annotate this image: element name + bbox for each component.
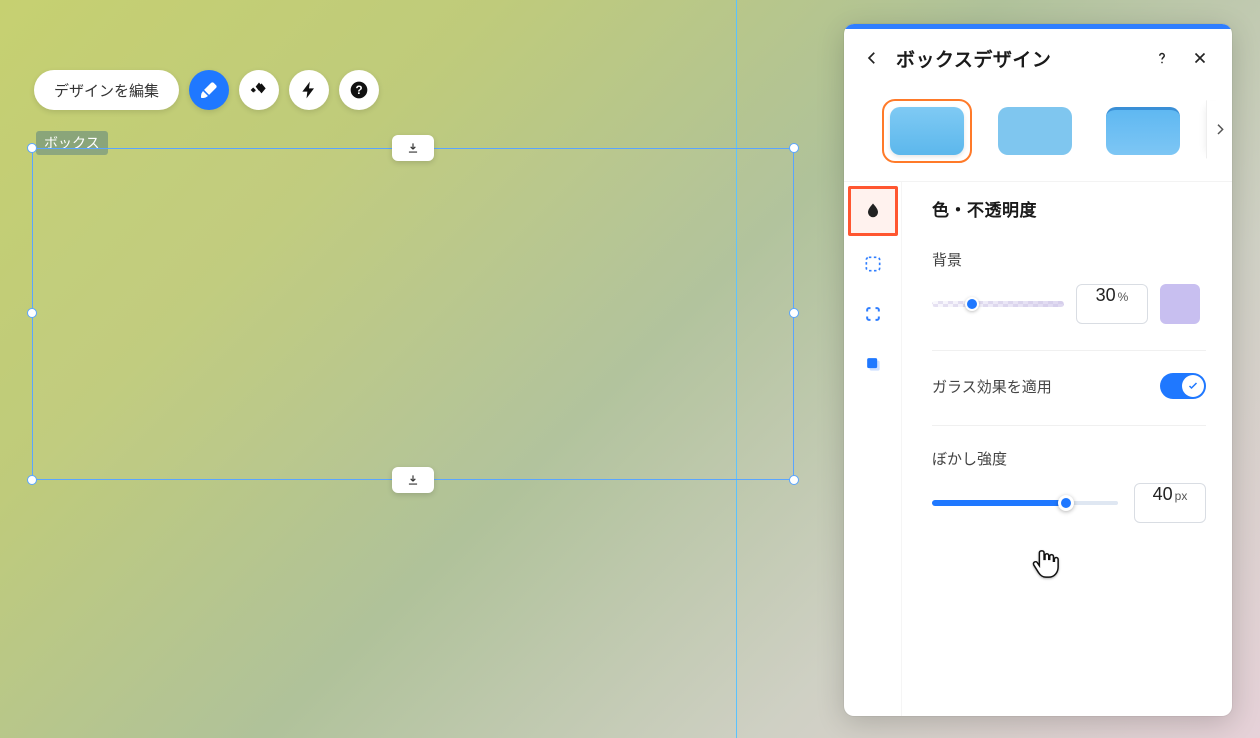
corners-icon	[863, 304, 883, 324]
glass-toggle[interactable]	[1160, 373, 1206, 399]
opacity-slider[interactable]	[932, 299, 1064, 309]
glass-row: ガラス効果を適用	[932, 373, 1206, 399]
panel-help-button[interactable]	[1148, 44, 1176, 72]
blur-slider-thumb[interactable]	[1058, 495, 1074, 511]
blur-label: ぼかし強度	[932, 448, 1206, 469]
stretch-top-button[interactable]	[392, 135, 434, 161]
edit-design-button[interactable]: デザインを編集	[34, 70, 179, 110]
svg-text:?: ?	[355, 84, 362, 97]
download-icon	[406, 141, 420, 155]
stretch-bottom-button[interactable]	[392, 467, 434, 493]
motion-icon	[249, 80, 269, 100]
drop-icon	[863, 201, 883, 221]
panel-title: ボックスデザイン	[896, 45, 1051, 72]
chevron-right-icon	[1212, 121, 1228, 137]
lightning-button[interactable]	[289, 70, 329, 110]
preset-2[interactable]	[990, 99, 1080, 163]
check-icon	[1187, 380, 1199, 392]
resize-handle-se[interactable]	[789, 475, 799, 485]
resize-handle-sw[interactable]	[27, 475, 37, 485]
download-icon	[406, 473, 420, 487]
section-title: 色・不透明度	[932, 196, 1206, 221]
blur-unit: px	[1175, 489, 1188, 503]
brush-icon	[199, 80, 219, 100]
background-row: 30 %	[932, 284, 1206, 324]
back-button[interactable]	[858, 44, 886, 72]
animation-button[interactable]	[239, 70, 279, 110]
background-label: 背景	[932, 249, 1206, 270]
floating-toolbar: デザインを編集 ?	[34, 70, 379, 110]
panel-sidetabs	[844, 182, 902, 716]
glass-label: ガラス効果を適用	[932, 376, 1052, 397]
close-icon	[1191, 49, 1209, 67]
resize-handle-w[interactable]	[27, 308, 37, 318]
blur-row: 40 px	[932, 483, 1206, 523]
opacity-unit: %	[1118, 290, 1129, 304]
opacity-input[interactable]: 30 %	[1076, 284, 1148, 324]
resize-handle-nw[interactable]	[27, 143, 37, 153]
sidetab-fill[interactable]	[848, 186, 898, 236]
question-circle-icon: ?	[349, 80, 369, 100]
shadow-icon	[863, 354, 883, 374]
blur-slider-fill	[932, 500, 1066, 506]
editor-stage: デザインを編集 ? ボックス	[0, 0, 1260, 738]
resize-handle-e[interactable]	[789, 308, 799, 318]
question-icon	[1153, 49, 1171, 67]
opacity-slider-thumb[interactable]	[965, 297, 979, 311]
help-button[interactable]: ?	[339, 70, 379, 110]
edit-design-label: デザインを編集	[54, 80, 159, 101]
toggle-knob	[1182, 375, 1204, 397]
panel-header: ボックスデザイン	[844, 29, 1232, 87]
divider	[932, 425, 1206, 426]
selected-box[interactable]	[32, 148, 794, 480]
lightning-icon	[299, 80, 319, 100]
chevron-left-icon	[863, 49, 881, 67]
preset-strip	[844, 87, 1232, 182]
blur-slider[interactable]	[932, 497, 1118, 509]
sidetab-corners[interactable]	[851, 292, 895, 336]
resize-handle-ne[interactable]	[789, 143, 799, 153]
preset-next-button[interactable]	[1206, 100, 1232, 158]
panel-close-button[interactable]	[1186, 44, 1214, 72]
dashed-square-icon	[863, 254, 883, 274]
preset-1[interactable]	[882, 99, 972, 163]
sidetab-border[interactable]	[851, 242, 895, 286]
divider	[932, 350, 1206, 351]
design-brush-button[interactable]	[189, 70, 229, 110]
blur-input[interactable]: 40 px	[1134, 483, 1206, 523]
preset-3[interactable]	[1098, 99, 1188, 163]
opacity-value: 30	[1096, 285, 1116, 306]
design-panel: ボックスデザイン	[844, 24, 1232, 716]
panel-content: 色・不透明度 背景 30 %	[902, 182, 1232, 716]
blur-value: 40	[1153, 484, 1173, 505]
background-color-swatch[interactable]	[1160, 284, 1200, 324]
sidetab-shadow[interactable]	[851, 342, 895, 386]
